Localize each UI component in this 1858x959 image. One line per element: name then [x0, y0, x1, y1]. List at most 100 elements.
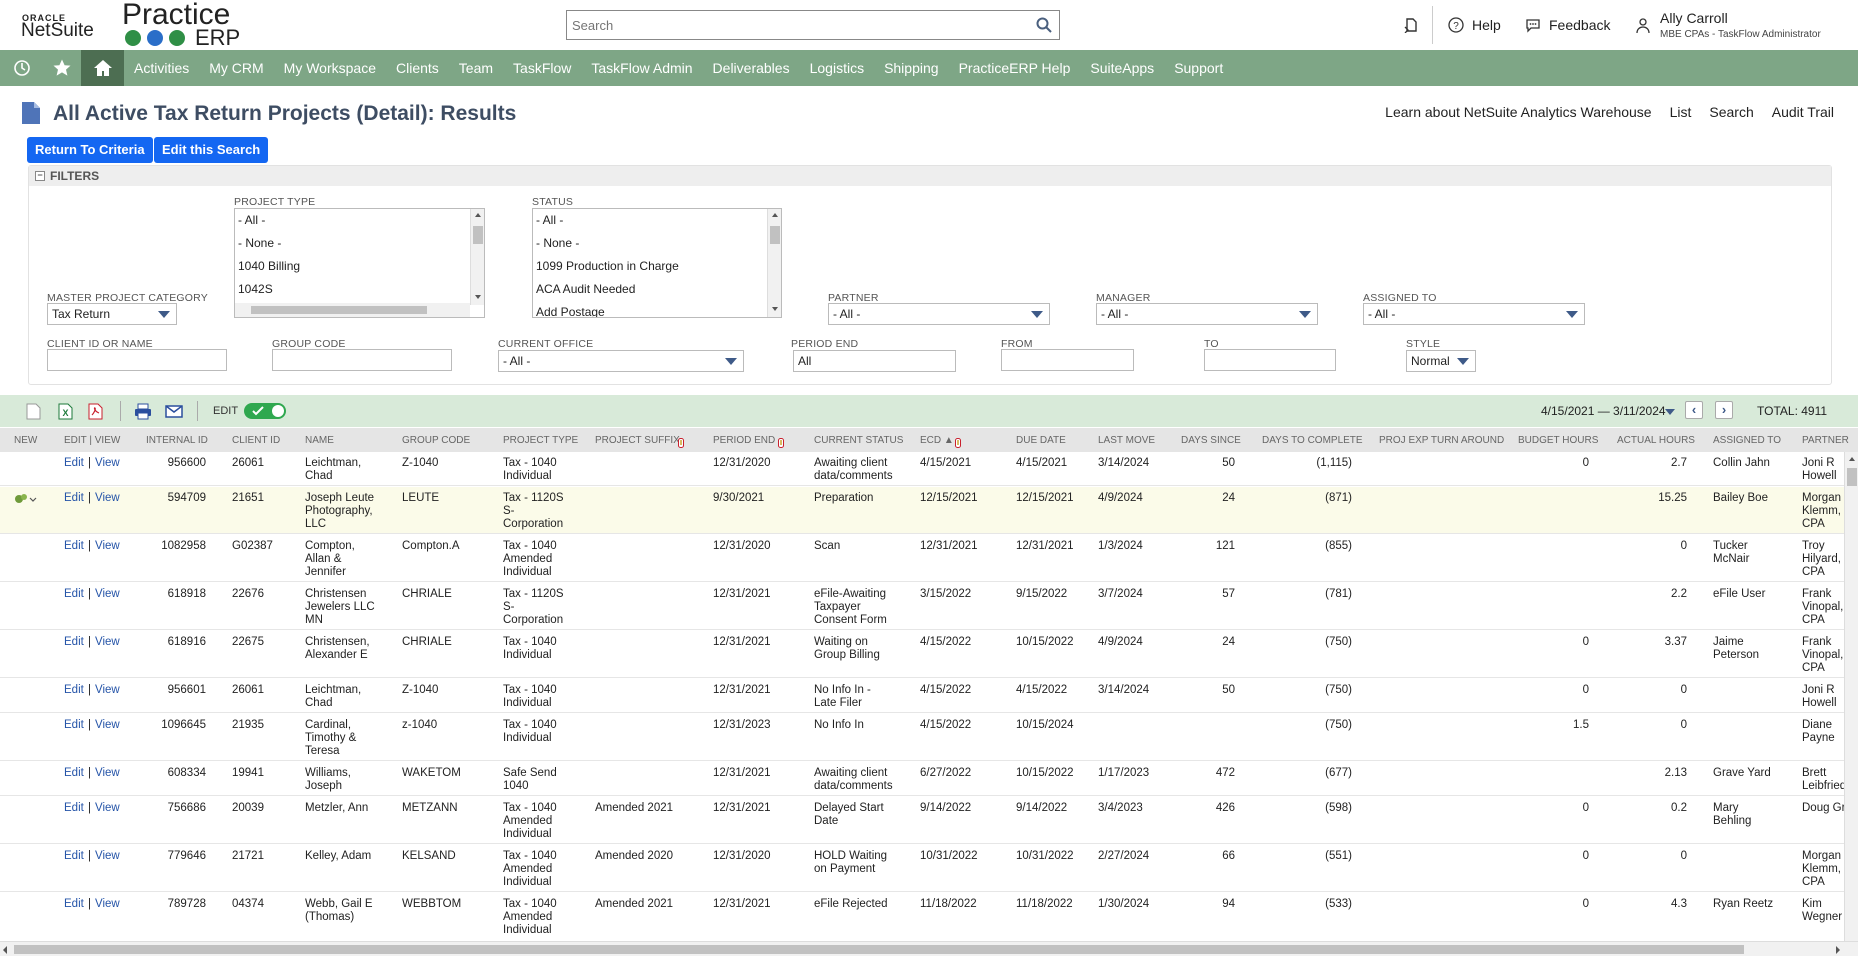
help-link[interactable]: ? Help: [1448, 17, 1501, 33]
col-edit-view[interactable]: EDIT | VIEW: [64, 435, 120, 446]
global-search[interactable]: [566, 10, 1060, 40]
nav-team[interactable]: Team: [449, 50, 503, 86]
col-assigned-to[interactable]: ASSIGNED TO: [1713, 435, 1781, 446]
nav-my-crm[interactable]: My CRM: [199, 50, 273, 86]
status-option[interactable]: ACA Audit Needed: [533, 278, 781, 301]
col-project-type[interactable]: PROJECT TYPE: [503, 435, 578, 446]
edit-link[interactable]: Edit: [64, 636, 84, 649]
col-period-end[interactable]: PERIOD END: [713, 435, 775, 446]
scroll-thumb[interactable]: [770, 226, 780, 244]
status-option[interactable]: Add Postage: [533, 301, 781, 317]
results-hscroll[interactable]: [0, 941, 1858, 956]
view-link[interactable]: View: [95, 719, 120, 732]
view-link[interactable]: View: [95, 898, 120, 911]
edit-link[interactable]: Edit: [64, 850, 84, 863]
edit-link[interactable]: Edit: [64, 540, 84, 553]
search-link[interactable]: Search: [1709, 104, 1753, 120]
nav-practiceerp-help[interactable]: PracticeERP Help: [949, 50, 1081, 86]
export-pdf-icon[interactable]: [88, 403, 104, 420]
scroll-thumb[interactable]: [251, 306, 427, 314]
col-ecd[interactable]: ECD ▲: [920, 435, 954, 446]
user-roles-icon[interactable]: [1634, 17, 1652, 35]
project-type-listbox[interactable]: - All - - None - 1040 Billing 1042S: [234, 208, 485, 318]
user-role[interactable]: MBE CPAs - TaskFlow Administrator: [1660, 29, 1821, 40]
edit-link[interactable]: Edit: [64, 898, 84, 911]
table-row[interactable]: Edit | View 594709 21651 Joseph Leute Photogra…: [0, 487, 1844, 534]
home-icon[interactable]: [81, 50, 124, 86]
nav-shipping[interactable]: Shipping: [874, 50, 949, 86]
table-row[interactable]: Edit | View 1096645 21935 Cardinal, Timothy & T…: [0, 714, 1844, 761]
table-row[interactable]: Edit | View 956600 26061 Leichtman, Chad Z-1040…: [0, 452, 1844, 486]
nav-activities[interactable]: Activities: [124, 50, 199, 86]
view-link[interactable]: View: [95, 850, 120, 863]
manager-select[interactable]: - All -: [1096, 303, 1318, 325]
nav-deliverables[interactable]: Deliverables: [703, 50, 800, 86]
view-link[interactable]: View: [95, 684, 120, 697]
edit-link[interactable]: Edit: [64, 492, 84, 505]
col-budget-hours[interactable]: BUDGET HOURS: [1518, 435, 1598, 446]
next-page-button[interactable]: ›: [1715, 401, 1733, 419]
scroll-thumb[interactable]: [473, 226, 483, 244]
view-link[interactable]: View: [95, 492, 120, 505]
col-project-suffix[interactable]: PROJECT SUFFIX: [595, 435, 680, 446]
list-link[interactable]: List: [1670, 104, 1692, 120]
table-row[interactable]: Edit | View 956601 26061 Leichtman, Chad Z-1040…: [0, 679, 1844, 713]
status-option[interactable]: 1099 Production in Charge: [533, 255, 781, 278]
audit-trail-link[interactable]: Audit Trail: [1772, 104, 1834, 120]
prev-page-button[interactable]: ‹: [1685, 401, 1703, 419]
current-office-select[interactable]: - All -: [498, 350, 744, 372]
info-icon[interactable]: [955, 435, 961, 453]
info-icon[interactable]: [778, 435, 784, 453]
filters-header[interactable]: − FILTERS: [29, 166, 1831, 186]
nav-taskflow-admin[interactable]: TaskFlow Admin: [581, 50, 702, 86]
view-link[interactable]: View: [95, 802, 120, 815]
col-partner[interactable]: PARTNER: [1802, 435, 1849, 446]
feedback-link[interactable]: Feedback: [1525, 17, 1610, 33]
view-link[interactable]: View: [95, 767, 120, 780]
view-link[interactable]: View: [95, 457, 120, 470]
project-type-option[interactable]: 1042S: [235, 278, 484, 301]
col-current-status[interactable]: CURRENT STATUS: [814, 435, 903, 446]
style-select[interactable]: Normal: [1406, 350, 1476, 372]
chevron-down-icon[interactable]: [1665, 409, 1675, 415]
analytics-warehouse-link[interactable]: Learn about NetSuite Analytics Warehouse: [1385, 104, 1651, 120]
global-search-input[interactable]: [567, 11, 1017, 39]
inline-edit-toggle[interactable]: [244, 403, 286, 419]
scroll-thumb[interactable]: [1847, 468, 1857, 486]
row-actions-icon[interactable]: [13, 492, 37, 511]
table-row[interactable]: Edit | View 608334 19941 Williams, Joseph WAKET…: [0, 762, 1844, 796]
col-days-since[interactable]: DAYS SINCE: [1181, 435, 1241, 446]
favorites-star-icon[interactable]: [43, 50, 81, 86]
from-input[interactable]: [1001, 349, 1134, 371]
nav-my-workspace[interactable]: My Workspace: [274, 50, 386, 86]
user-name[interactable]: Ally Carroll: [1660, 10, 1728, 26]
table-row[interactable]: Edit | View 789728 04374 Webb, Gail E (Thomas)…: [0, 893, 1844, 939]
col-internal-id[interactable]: INTERNAL ID: [146, 435, 208, 446]
col-group-code[interactable]: GROUP CODE: [402, 435, 470, 446]
print-icon[interactable]: [134, 403, 152, 420]
status-option[interactable]: - None -: [533, 232, 781, 255]
recent-records-icon[interactable]: [1403, 17, 1419, 33]
new-document-icon[interactable]: [26, 403, 42, 420]
status-listbox[interactable]: - All - - None - 1099 Production in Char…: [532, 208, 782, 318]
page-range-select[interactable]: 4/15/2021 — 3/11/2024: [1541, 404, 1666, 418]
group-code-input[interactable]: [272, 349, 452, 371]
search-icon[interactable]: [1036, 17, 1052, 33]
assigned-to-select[interactable]: - All -: [1363, 303, 1585, 325]
collapse-icon[interactable]: −: [35, 171, 45, 181]
table-row[interactable]: Edit | View 618916 22675 Christensen, Alexande…: [0, 631, 1844, 678]
col-due-date[interactable]: DUE DATE: [1016, 435, 1066, 446]
nav-taskflow[interactable]: TaskFlow: [503, 50, 581, 86]
col-name[interactable]: NAME: [305, 435, 334, 446]
to-input[interactable]: [1204, 349, 1336, 371]
edit-link[interactable]: Edit: [64, 588, 84, 601]
client-input[interactable]: [47, 349, 227, 371]
period-end-input[interactable]: All: [793, 350, 956, 372]
info-icon[interactable]: [678, 435, 684, 453]
col-days-to-complete[interactable]: DAYS TO COMPLETE: [1262, 435, 1363, 446]
edit-link[interactable]: Edit: [64, 719, 84, 732]
nav-clients[interactable]: Clients: [386, 50, 449, 86]
table-row[interactable]: Edit | View 618918 22676 Christensen Jewelers …: [0, 583, 1844, 630]
status-vscroll[interactable]: [767, 209, 781, 317]
col-last-move[interactable]: LAST MOVE: [1098, 435, 1155, 446]
